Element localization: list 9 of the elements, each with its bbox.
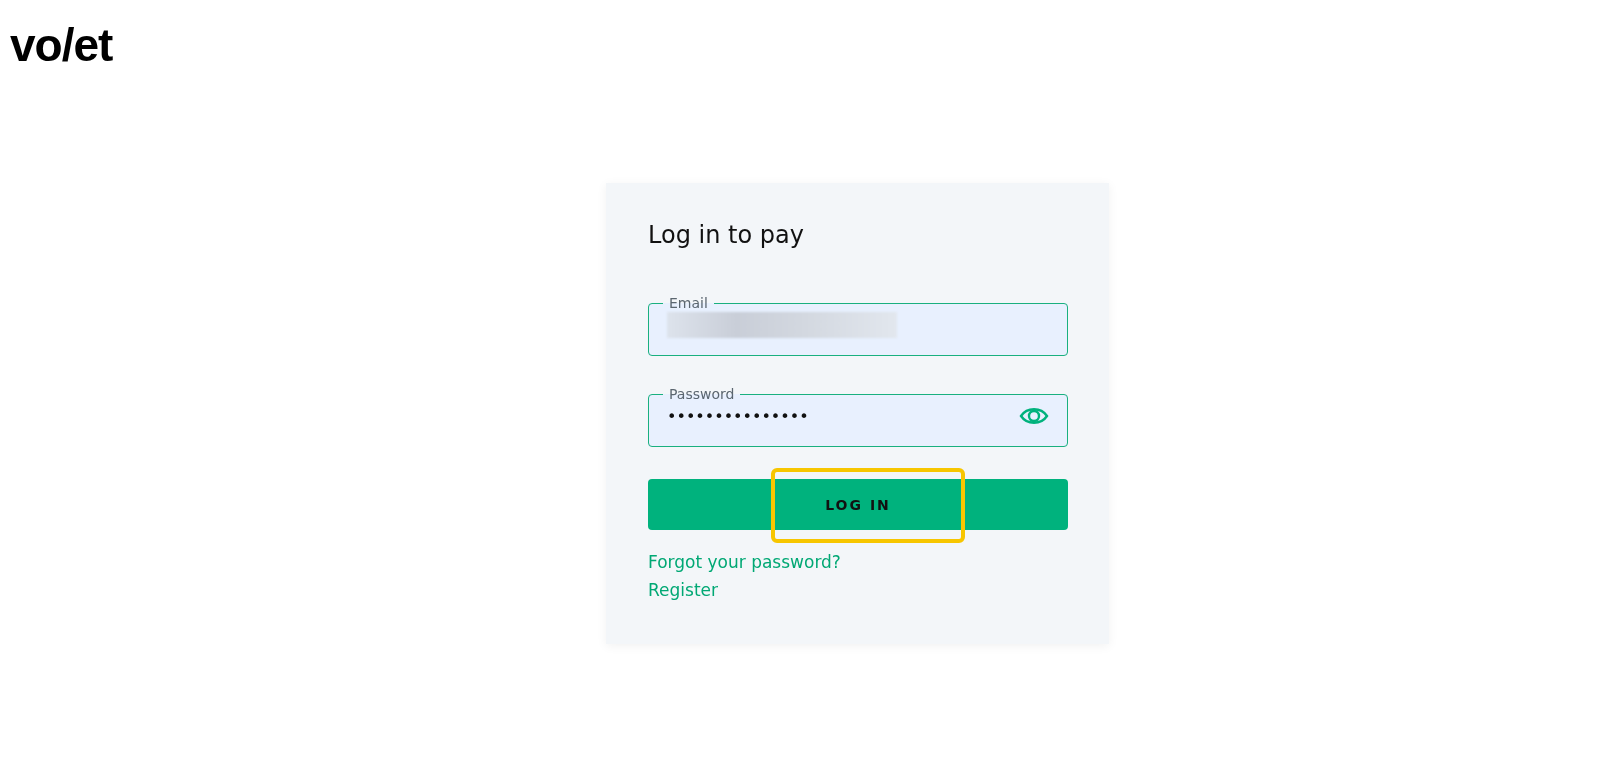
logo[interactable]: vo/et [10, 22, 113, 68]
eye-icon[interactable] [1019, 405, 1049, 427]
field-label: Password [668, 386, 736, 402]
email-field[interactable]: Email [648, 295, 1068, 356]
form-title: Log in to pay [648, 221, 805, 249]
field-label: Email [668, 295, 709, 311]
login-button[interactable]: LOG IN [648, 479, 1068, 530]
password-field[interactable]: Password ••••••••••••••• [648, 386, 1068, 447]
text-input[interactable]: ••••••••••••••• [663, 406, 1019, 426]
